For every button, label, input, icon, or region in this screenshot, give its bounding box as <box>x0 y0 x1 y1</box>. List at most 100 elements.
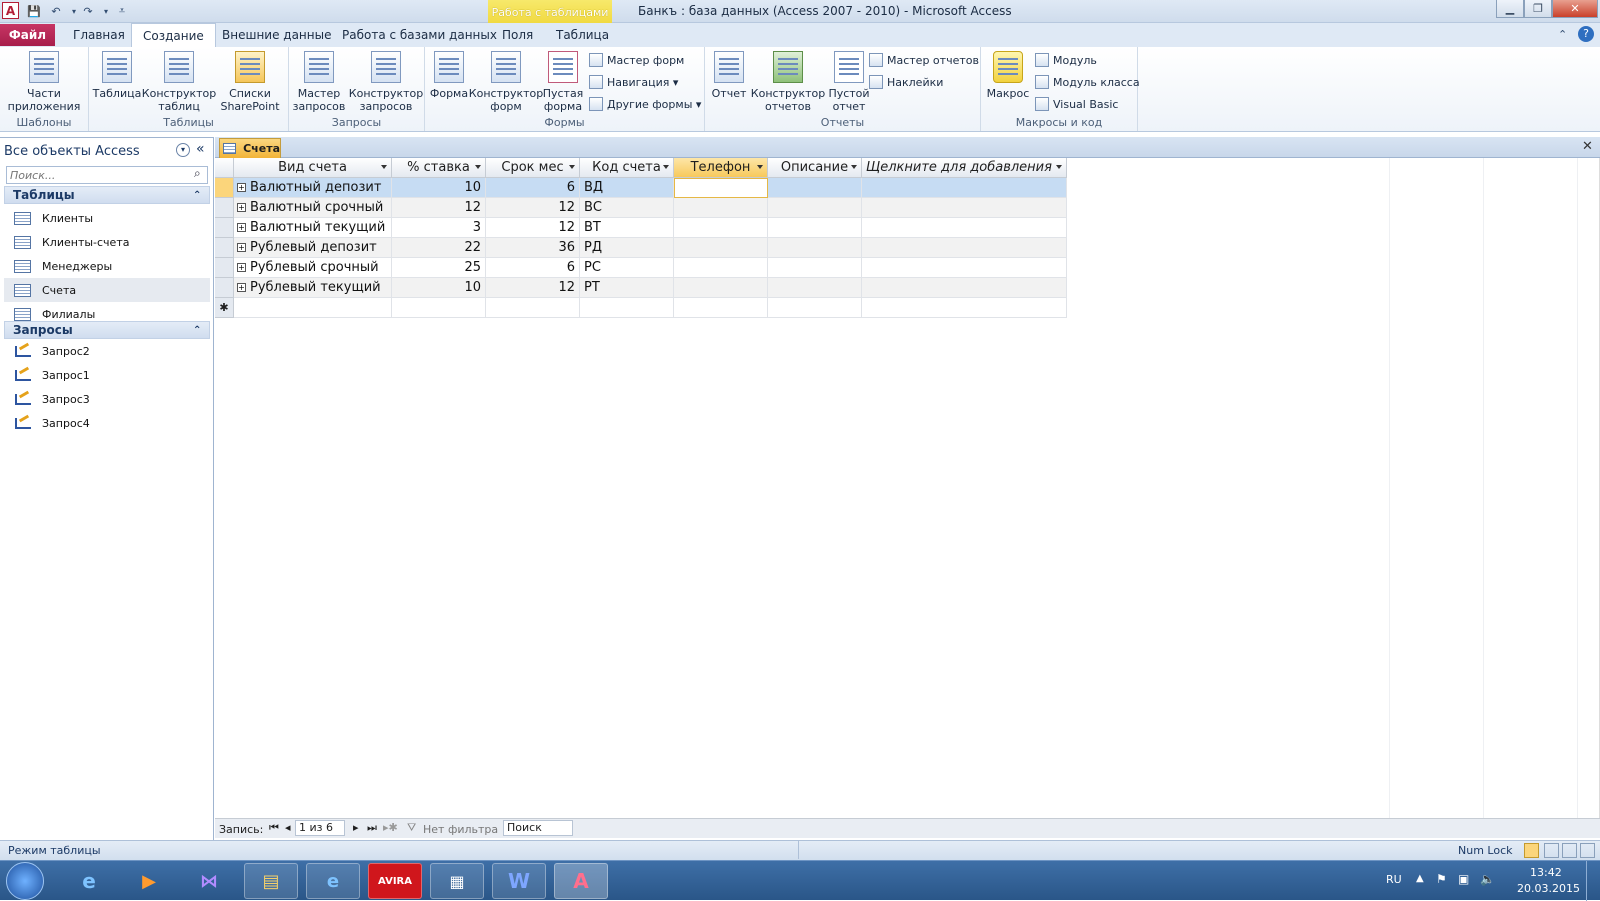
sort-filter-dropdown-icon[interactable] <box>381 165 387 169</box>
input-language-indicator[interactable]: RU <box>1386 873 1402 886</box>
volume-icon[interactable]: 🔈 <box>1480 872 1495 886</box>
active-cell-phone[interactable] <box>674 178 768 198</box>
cell-account-type[interactable]: + Рублевый срочный <box>234 258 392 278</box>
form-designer-button[interactable]: Конструктор форм <box>469 51 543 113</box>
action-center-icon[interactable]: ⚑ <box>1436 872 1447 886</box>
restore-button[interactable]: ❐ <box>1524 0 1552 18</box>
cell-description[interactable] <box>768 198 862 218</box>
last-record-icon[interactable]: ⏭ <box>367 821 377 835</box>
tab-home[interactable]: Главная <box>62 23 136 47</box>
cell-term[interactable]: 6 <box>486 258 580 278</box>
new-record-cell[interactable] <box>392 298 486 318</box>
cell-term[interactable]: 12 <box>486 278 580 298</box>
record-search-input[interactable]: Поиск <box>503 820 573 836</box>
column-header-account-code[interactable]: Код счета <box>580 158 674 178</box>
sort-filter-dropdown-icon[interactable] <box>663 165 669 169</box>
nav-item-query3[interactable]: Запрос3 <box>4 387 210 411</box>
pivot-chart-view-icon[interactable] <box>1562 843 1577 858</box>
collapse-section-icon[interactable]: ⌃ <box>193 325 201 336</box>
cell-rate[interactable]: 10 <box>392 278 486 298</box>
cell-account-code[interactable]: РД <box>580 238 674 258</box>
nav-section-tables[interactable]: Таблицы ⌃ <box>4 186 210 204</box>
cell-new-field[interactable] <box>862 198 1067 218</box>
nav-item-clients[interactable]: Клиенты <box>4 206 210 230</box>
cell-term[interactable]: 36 <box>486 238 580 258</box>
microsoft-access-icon[interactable]: A <box>554 863 608 899</box>
minimize-button[interactable]: ▁ <box>1496 0 1524 18</box>
microsoft-word-icon[interactable]: W <box>492 863 546 899</box>
cell-account-code[interactable]: ВТ <box>580 218 674 238</box>
access-app-icon[interactable]: A <box>2 2 19 19</box>
save-icon[interactable]: 💾 <box>26 3 42 19</box>
table-designer-button[interactable]: Конструктор таблиц <box>142 51 216 113</box>
design-view-icon[interactable] <box>1580 843 1595 858</box>
cell-new-field[interactable] <box>862 218 1067 238</box>
new-record-cell[interactable] <box>862 298 1067 318</box>
row-selector[interactable] <box>215 198 234 218</box>
cell-term[interactable]: 12 <box>486 198 580 218</box>
tab-fields[interactable]: Поля <box>491 23 544 47</box>
show-hidden-icons-icon[interactable]: ▲ <box>1416 873 1424 884</box>
new-record-icon[interactable]: ▸✱ <box>383 821 398 834</box>
cell-new-field[interactable] <box>862 178 1067 198</box>
visual-studio-icon[interactable]: ⋈ <box>182 863 236 899</box>
row-selector[interactable] <box>215 278 234 298</box>
nav-search-input[interactable] <box>6 166 208 184</box>
customize-quick-access-icon[interactable]: ⩡ <box>114 3 130 19</box>
select-all-corner[interactable] <box>215 158 234 178</box>
avira-antivirus-icon[interactable]: AVIRA <box>368 863 422 899</box>
minimize-ribbon-icon[interactable]: ⌃ <box>1558 28 1567 41</box>
nav-item-query2[interactable]: Запрос2 <box>4 339 210 363</box>
cell-description[interactable] <box>768 258 862 278</box>
cell-description[interactable] <box>768 218 862 238</box>
column-header-account-type[interactable]: Вид счета <box>234 158 392 178</box>
cell-rate[interactable]: 22 <box>392 238 486 258</box>
help-icon[interactable]: ? <box>1578 26 1594 42</box>
sharepoint-lists-button[interactable]: Списки SharePoint <box>215 51 285 113</box>
tab-create[interactable]: Создание <box>131 23 216 48</box>
expand-subdatasheet-icon[interactable]: + <box>237 183 246 192</box>
next-record-icon[interactable]: ▸ <box>353 821 359 834</box>
row-selector[interactable] <box>215 218 234 238</box>
cell-account-type[interactable]: + Валютный срочный <box>234 198 392 218</box>
cell-account-code[interactable]: РС <box>580 258 674 278</box>
cell-account-type[interactable]: + Валютный текущий <box>234 218 392 238</box>
start-button[interactable] <box>6 862 44 900</box>
cell-account-code[interactable]: ВД <box>580 178 674 198</box>
cell-account-code[interactable]: ВС <box>580 198 674 218</box>
report-designer-button[interactable]: Конструктор отчетов <box>751 51 825 113</box>
cell-account-type[interactable]: + Валютный депозит <box>234 178 392 198</box>
row-selector[interactable] <box>215 238 234 258</box>
cell-phone[interactable] <box>674 258 768 278</box>
labels-button[interactable]: Наклейки <box>869 75 943 89</box>
previous-record-icon[interactable]: ◂ <box>285 821 291 834</box>
tab-external-data[interactable]: Внешние данные <box>211 23 342 47</box>
sort-filter-dropdown-icon[interactable] <box>851 165 857 169</box>
expand-subdatasheet-icon[interactable]: + <box>237 203 246 212</box>
collapse-nav-icon[interactable]: « <box>196 141 205 157</box>
nav-item-accounts[interactable]: Счета <box>4 278 210 302</box>
new-record-cell[interactable] <box>234 298 392 318</box>
close-document-icon[interactable]: ✕ <box>1582 139 1593 154</box>
clock-time[interactable]: 13:42 <box>1530 866 1562 879</box>
cell-account-type[interactable]: + Рублевый текущий <box>234 278 392 298</box>
sort-filter-dropdown-icon[interactable] <box>757 165 763 169</box>
navigation-button[interactable]: Навигация ▾ <box>589 75 678 89</box>
new-record-cell[interactable] <box>674 298 768 318</box>
row-selector[interactable] <box>215 258 234 278</box>
sort-filter-dropdown-icon[interactable] <box>1056 165 1062 169</box>
redo-icon[interactable]: ↷ <box>80 3 96 19</box>
column-header-click-to-add[interactable]: Щелкните для добавления <box>862 158 1067 178</box>
query-wizard-button[interactable]: Мастер запросов <box>293 51 345 113</box>
cell-description[interactable] <box>768 178 862 198</box>
record-position-field[interactable]: 1 из 6 <box>295 820 345 836</box>
cell-term[interactable]: 12 <box>486 218 580 238</box>
application-parts-button[interactable]: Части приложения <box>4 51 84 113</box>
query-designer-button[interactable]: Конструктор запросов <box>349 51 423 113</box>
first-record-icon[interactable]: ⏮ <box>269 821 279 835</box>
pivot-table-view-icon[interactable] <box>1544 843 1559 858</box>
filter-status[interactable]: Нет фильтра <box>423 823 498 836</box>
cell-new-field[interactable] <box>862 258 1067 278</box>
search-icon[interactable]: ⌕ <box>194 166 201 181</box>
row-selector[interactable] <box>215 178 234 198</box>
